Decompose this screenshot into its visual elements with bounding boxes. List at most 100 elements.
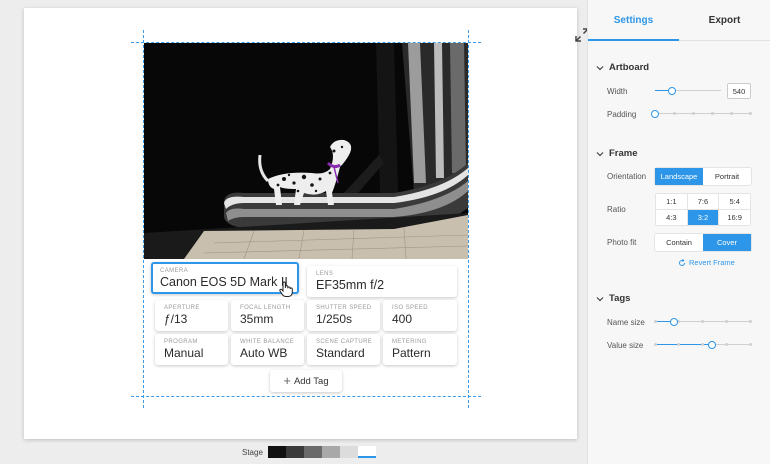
slider-tick xyxy=(691,112,695,115)
slider-tick xyxy=(748,112,752,115)
tag-value[interactable]: Standard xyxy=(316,346,371,361)
tab-settings[interactable]: Settings xyxy=(588,0,679,41)
chevron-down-icon xyxy=(596,296,604,301)
tag-value[interactable]: Auto WB xyxy=(240,346,295,361)
slider-tick xyxy=(724,343,728,346)
tag-value[interactable]: 1/250s xyxy=(316,312,371,327)
section-frame-header[interactable]: Frame xyxy=(596,148,638,159)
ratio-option-selected[interactable]: 3:2 xyxy=(687,210,719,225)
width-label: Width xyxy=(607,87,628,96)
settings-sidebar: Settings Export Artboard Width 540 Paddi… xyxy=(587,0,770,464)
tag-value[interactable]: ƒ/13 xyxy=(164,312,219,327)
tag-label: SCENE CAPTURE xyxy=(316,339,373,345)
tag-label: METERING xyxy=(392,339,427,345)
add-tag-button[interactable]: + Add Tag xyxy=(270,370,342,392)
stage-bar: Stage xyxy=(242,446,376,458)
guide-right xyxy=(468,30,469,408)
guide-bottom xyxy=(131,396,481,397)
photo[interactable] xyxy=(144,43,468,259)
sidebar-tabs: Settings Export xyxy=(588,0,770,41)
slider-tick xyxy=(724,320,728,323)
tag-value[interactable]: Canon EOS 5D Mark II xyxy=(160,275,290,290)
tag-label: APERTURE xyxy=(164,305,200,311)
stage-swatch-active[interactable] xyxy=(357,446,376,458)
tag-program[interactable]: PROGRAM Manual xyxy=(155,334,228,365)
slider-tick xyxy=(748,320,752,323)
width-input[interactable]: 540 xyxy=(727,83,751,99)
plus-icon: + xyxy=(283,373,291,388)
stage-swatch[interactable] xyxy=(339,446,358,458)
tag-label: PROGRAM xyxy=(164,339,198,345)
section-tags-header[interactable]: Tags xyxy=(596,293,630,304)
tag-metering[interactable]: METERING Pattern xyxy=(383,334,457,365)
chevron-down-icon xyxy=(596,151,604,156)
tag-label: FOCAL LENGTH xyxy=(240,305,291,311)
ratio-option[interactable]: 5:4 xyxy=(719,194,750,209)
photo-fit-toggle: Contain Cover xyxy=(655,234,751,251)
photo-image xyxy=(144,43,468,259)
photo-fit-contain[interactable]: Contain xyxy=(655,234,703,251)
tag-lens[interactable]: LENS EF35mm f/2 xyxy=(307,266,457,297)
slider-tick xyxy=(748,343,752,346)
tag-label: LENS xyxy=(316,271,334,277)
name-size-slider[interactable] xyxy=(653,317,752,327)
slider-tick xyxy=(701,320,704,323)
tag-aperture[interactable]: APERTURE ƒ/13 xyxy=(155,300,228,331)
slider-tick xyxy=(653,320,657,323)
slider-tick xyxy=(710,112,714,115)
tag-label: CAMERA xyxy=(160,268,189,274)
slider-tick xyxy=(729,112,733,115)
orientation-label: Orientation xyxy=(607,172,647,181)
tag-value[interactable]: Pattern xyxy=(392,346,448,361)
ratio-option[interactable]: 7:6 xyxy=(687,194,719,209)
tag-label: ISO SPEED xyxy=(392,305,428,311)
stage-swatch[interactable] xyxy=(321,446,340,458)
stage-label: Stage xyxy=(242,447,263,457)
section-title: Tags xyxy=(609,293,631,304)
value-size-label: Value size xyxy=(607,341,644,350)
orientation-portrait[interactable]: Portrait xyxy=(703,168,751,185)
stage-swatch[interactable] xyxy=(285,446,304,458)
tag-value[interactable]: Manual xyxy=(164,346,219,361)
ratio-option[interactable]: 4:3 xyxy=(656,210,687,225)
name-size-label: Name size xyxy=(607,318,645,327)
stage-swatch[interactable] xyxy=(267,446,286,458)
slider-tick xyxy=(677,343,681,346)
revert-frame-label: Revert Frame xyxy=(689,258,735,267)
section-title: Artboard xyxy=(609,62,650,73)
tag-iso-speed[interactable]: ISO SPEED 400 xyxy=(383,300,457,331)
ratio-grid: 1:1 7:6 5:4 4:3 3:2 16:9 xyxy=(655,193,751,226)
tab-export[interactable]: Export xyxy=(679,0,770,40)
section-artboard-header[interactable]: Artboard xyxy=(596,62,649,73)
chevron-down-icon xyxy=(596,65,604,70)
slider-tick xyxy=(701,343,704,346)
ratio-option[interactable]: 16:9 xyxy=(719,210,750,225)
tag-value[interactable]: 35mm xyxy=(240,312,295,327)
slider-tick xyxy=(672,112,676,115)
tag-value[interactable]: 400 xyxy=(392,312,448,327)
tag-focal-length[interactable]: FOCAL LENGTH 35mm xyxy=(231,300,304,331)
tag-label: WHITE BALANCE xyxy=(240,339,295,345)
stage-swatch[interactable] xyxy=(303,446,322,458)
ratio-option[interactable]: 1:1 xyxy=(656,194,687,209)
value-size-slider[interactable] xyxy=(653,340,752,350)
ratio-label: Ratio xyxy=(607,205,626,214)
section-title: Frame xyxy=(609,148,638,159)
hand-cursor-icon xyxy=(279,281,293,297)
orientation-landscape[interactable]: Landscape xyxy=(655,168,703,185)
tag-white-balance[interactable]: WHITE BALANCE Auto WB xyxy=(231,334,304,365)
orientation-toggle: Landscape Portrait xyxy=(655,168,751,185)
width-slider[interactable] xyxy=(655,86,721,96)
photo-fit-label: Photo fit xyxy=(607,238,637,247)
tag-scene-capture[interactable]: SCENE CAPTURE Standard xyxy=(307,334,380,365)
tag-value[interactable]: EF35mm f/2 xyxy=(316,278,448,293)
add-tag-label: Add Tag xyxy=(293,375,329,387)
photo-fit-cover[interactable]: Cover xyxy=(703,234,751,251)
padding-label: Padding xyxy=(607,110,637,119)
revert-icon xyxy=(679,258,685,266)
revert-frame-button[interactable]: Revert Frame xyxy=(678,258,735,267)
tag-label: SHUTTER SPEED xyxy=(316,305,372,311)
padding-slider[interactable] xyxy=(651,109,752,119)
slider-tick xyxy=(653,343,657,346)
tag-shutter-speed[interactable]: SHUTTER SPEED 1/250s xyxy=(307,300,380,331)
